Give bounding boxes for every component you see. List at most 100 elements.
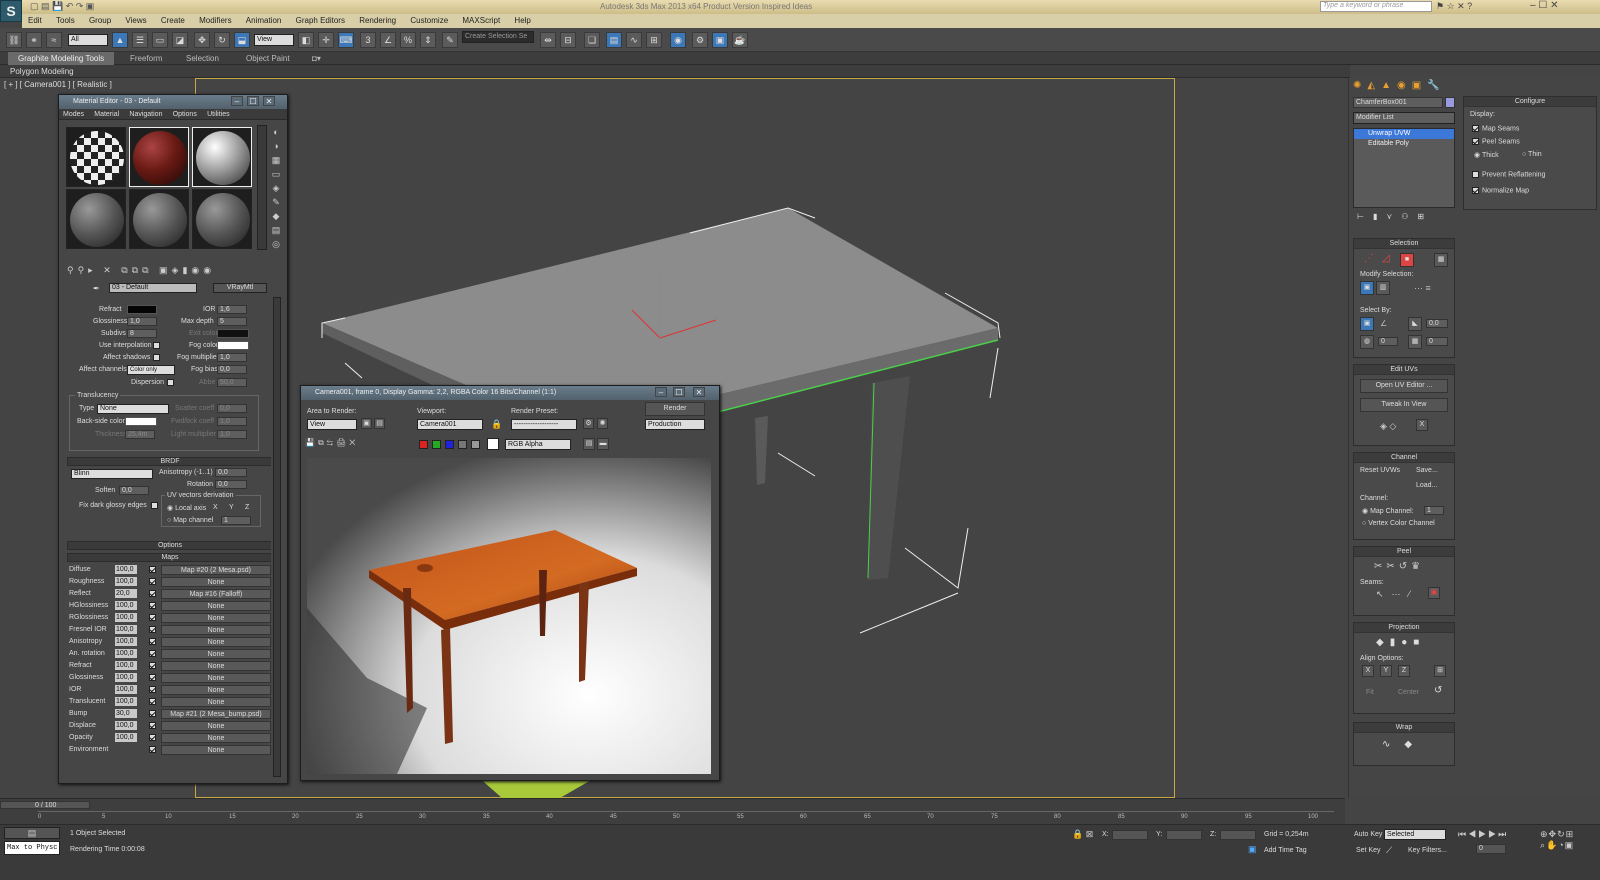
fog-color-swatch[interactable] [217,341,249,350]
map-channel-radio[interactable]: ◉ Map Channel: [1362,507,1414,515]
area-to-render-dropdown[interactable]: View [307,419,357,430]
curve-editor-icon[interactable]: ∿ [626,32,642,48]
close-button[interactable]: ✕ [263,96,275,106]
material-slot-4[interactable] [66,189,126,249]
rendered-frame-window-icon[interactable]: ▣ [712,32,728,48]
select-manipulate-icon[interactable]: ✛ [318,32,334,48]
y-coord-field[interactable] [1166,830,1202,840]
fog-multiplier-spinner[interactable]: 1,0 [217,353,247,362]
material-editor-icon[interactable]: ◉ [670,32,686,48]
rotation-spinner[interactable]: 0,0 [215,480,247,489]
environment-icon[interactable]: ✺ [597,418,608,429]
key-mode-dropdown[interactable]: Selected [1384,829,1446,840]
vertex-color-radio[interactable]: ○ Vertex Color Channel [1362,520,1435,527]
anisotropy-spinner[interactable]: 0,0 [215,468,247,477]
menu-navigation[interactable]: Navigation [129,111,162,118]
polygon-icon[interactable]: ■ [1400,253,1414,267]
menu-maxscript[interactable]: MAXScript [462,16,500,25]
fit-button[interactable]: Fit [1366,689,1374,696]
menu-animation[interactable]: Animation [246,16,282,25]
link-icon[interactable]: ⛓ [6,32,22,48]
quick-access-toolbar[interactable]: ▢ ▤ 💾 ↶ ↷ ▣ [30,1,94,12]
tab-selection[interactable]: Selection [186,54,219,63]
slots-scrollbar[interactable] [257,125,267,250]
tab-freeform[interactable]: Freeform [130,54,162,63]
time-slider[interactable]: 0 / 100 [0,801,90,809]
stack-item-editable-poly[interactable]: Editable Poly [1354,139,1454,149]
map-row-diffuse[interactable]: Diffuse 100,0 Map #20 (2 Mesa.psd) [69,565,271,577]
axis-y-button[interactable]: Y [229,504,234,511]
percent-snap-icon[interactable]: % [400,32,416,48]
dispersion-checkbox[interactable] [167,379,174,386]
align-icon[interactable]: ⊟ [560,32,576,48]
brdf-rollout-header[interactable]: BRDF [67,457,271,466]
affect-shadows-checkbox[interactable] [153,354,160,361]
menu-edit[interactable]: Edit [28,16,42,25]
material-name-input[interactable]: 03 - Default [109,283,197,293]
thin-radio[interactable]: ○ Thin [1522,151,1542,158]
material-slot-1[interactable] [66,127,126,187]
refract-color-swatch[interactable] [127,305,157,314]
edge-icon[interactable]: ◿ [1382,253,1390,264]
exit-color-swatch[interactable] [217,329,249,338]
edit-uvs-header[interactable]: Edit UVs [1354,365,1454,375]
seam-tools-icons[interactable]: ↖⋯⁄ [1376,589,1418,600]
auto-region-icon[interactable]: ▤ [374,418,385,429]
material-slot-6[interactable] [192,189,252,249]
axis-z-button[interactable]: Z [245,504,249,511]
map-row-displace[interactable]: Displace 100,0 None [69,721,271,733]
map-row-translucent[interactable]: Translucent 100,0 None [69,697,271,709]
keyboard-shortcut-icon[interactable]: ⌨ [338,32,354,48]
align-x-button[interactable]: X [1362,665,1374,677]
fog-bias-spinner[interactable]: 0,0 [217,365,247,374]
tweak-in-view-button[interactable]: Tweak In View [1360,398,1448,412]
map-row-refract[interactable]: Refract 100,0 None [69,661,271,673]
app-logo-icon[interactable]: S [0,0,22,22]
material-slot-3[interactable] [192,127,252,187]
set-key-icon[interactable]: ⟋ [1386,845,1392,856]
best-align-icon[interactable]: ⊞ [1434,665,1446,677]
key-filters-button[interactable]: Key Filters... [1408,847,1447,854]
map-row-environment[interactable]: Environment None [69,745,271,757]
ior-spinner[interactable]: 1,6 [217,305,247,314]
material-editor-window[interactable]: Material Editor - 03 - Default – ☐ ✕ Mod… [58,94,288,784]
material-editor-titlebar[interactable]: Material Editor - 03 - Default – ☐ ✕ [59,95,287,109]
material-slot-5[interactable] [129,189,189,249]
polygon-modeling-label[interactable]: Polygon Modeling [10,67,74,76]
tab-graphite-modeling[interactable]: Graphite Modeling Tools [8,52,115,65]
translucency-type-dropdown[interactable]: None [97,404,169,414]
fix-dark-glossy-checkbox[interactable] [151,502,158,509]
scatter-coeff-spinner[interactable]: 0,0 [217,404,247,413]
minimize-button[interactable]: – [231,96,243,106]
close-button[interactable]: ✕ [693,387,705,397]
wrap-header[interactable]: Wrap [1354,723,1454,733]
maxscript-listener[interactable]: Max to Physc [4,841,60,855]
map-row-roughness[interactable]: Roughness 100,0 None [69,577,271,589]
auto-key-button[interactable]: Auto Key [1354,831,1382,838]
select-by-smoothing-icon[interactable]: ◣ [1408,317,1422,331]
slot-side-icons[interactable]: ◐ ◑ ▦ ▭ ◈ ✎ ◆ ▤ ◎ [269,125,283,255]
time-tag-icon[interactable]: ▣ [1248,844,1257,855]
maximize-button[interactable]: ☐ [673,387,685,397]
current-frame-field[interactable]: 0 [1476,844,1506,854]
map-row-an-rotation[interactable]: An. rotation 100,0 None [69,649,271,661]
angle-spinner[interactable]: 0,0 [1426,319,1448,328]
snaps-toggle-icon[interactable]: 3 [360,32,376,48]
abbe-spinner[interactable]: 50,0 [217,378,247,387]
help-icons[interactable]: ⚑ ☆ ✕ ? [1436,1,1472,12]
menu-modes[interactable]: Modes [63,111,84,118]
toggle-overlay-icon[interactable]: ▬ [597,438,609,450]
open-uv-editor-button[interactable]: Open UV Editor ... [1360,379,1448,393]
swatch[interactable] [487,438,499,450]
track-bar[interactable]: 0 5 10 15 20 25 30 35 40 45 50 55 60 65 … [38,811,1334,823]
map-row-bump[interactable]: Bump 30,0 Map #21 (2 Mesa_bump.psd) [69,709,271,721]
selection-filter-dropdown[interactable]: All [68,34,108,46]
center-button[interactable]: Center [1398,689,1419,696]
normalize-map-option[interactable]: Normalize Map [1472,187,1529,194]
back-side-color-swatch[interactable] [125,417,157,426]
viewport-nav-icons[interactable]: ⊕✥↻⊞ ⌕✋◔▣ [1540,829,1574,851]
command-panel-tabs[interactable]: ✺◭▲◉▣🔧 [1353,80,1463,94]
brdf-type-dropdown[interactable]: Blinn [71,469,153,479]
edit-named-sel-icon[interactable]: ✎ [442,32,458,48]
pivot-icon[interactable]: ◧ [298,32,314,48]
